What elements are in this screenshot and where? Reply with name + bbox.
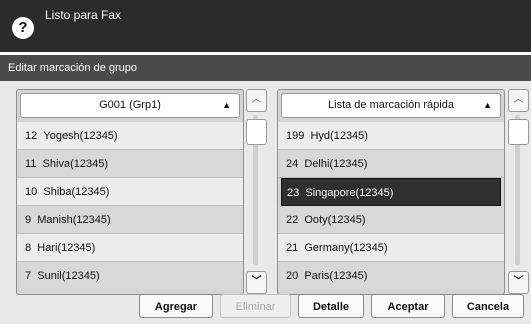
delete-button[interactable]: Eliminar [220, 294, 291, 318]
section-title: Editar marcación de grupo [8, 62, 138, 74]
list-item[interactable]: 10 Shiba(12345) [17, 178, 243, 206]
scroll-down-icon[interactable]: ﹀ [246, 271, 267, 294]
item-name: Sunil(12345) [37, 270, 100, 282]
item-name: Germany(12345) [304, 242, 388, 254]
content-area: G001 (Grp1) ▲ 12 Yogesh(12345) 11 Shiva(… [0, 81, 531, 324]
window-title: Listo para Fax [45, 8, 122, 22]
item-name: Delhi(12345) [304, 158, 368, 170]
item-number: 8 [25, 242, 32, 254]
group-members-panel: G001 (Grp1) ▲ 12 Yogesh(12345) 11 Shiva(… [16, 89, 244, 295]
list-item[interactable]: 21 Germany(12345) [278, 234, 504, 262]
scroll-up-icon[interactable]: ︿ [246, 89, 267, 112]
item-name: Paris(12345) [304, 270, 368, 282]
speed-dial-panel: Lista de marcación rápida ▲ 199 Hyd(1234… [277, 89, 505, 295]
sort-up-icon: ▲ [222, 100, 231, 110]
item-number: 24 [286, 158, 299, 170]
item-name: Shiba(12345) [43, 186, 110, 198]
list-item[interactable]: 7 Sunil(12345) [17, 262, 243, 290]
title-bar: ? Listo para Fax [0, 0, 531, 52]
group-selector-label: G001 (Grp1) [99, 99, 161, 111]
list-item[interactable]: 20 Paris(12345) [278, 262, 504, 290]
group-selector[interactable]: G001 (Grp1) ▲ [20, 93, 240, 118]
list-item[interactable]: 24 Delhi(12345) [278, 150, 504, 178]
add-button[interactable]: Agregar [139, 294, 213, 318]
item-number: 9 [25, 214, 32, 226]
item-number: 22 [286, 214, 299, 226]
cancel-button[interactable]: Cancela [452, 294, 524, 318]
item-number: 11 [25, 158, 37, 170]
item-name: Singapore(12345) [305, 187, 394, 199]
item-number: 23 [287, 187, 300, 199]
list-item[interactable]: 12 Yogesh(12345) [17, 122, 243, 150]
speed-dial-selector[interactable]: Lista de marcación rápida ▲ [281, 93, 501, 118]
item-name: Ooty(12345) [304, 214, 366, 226]
item-name: Manish(12345) [37, 214, 111, 226]
speed-dial-list: 199 Hyd(12345) 24 Delhi(12345) 23 Singap… [278, 122, 504, 290]
list-item[interactable]: 22 Ooty(12345) [278, 206, 504, 234]
item-name: Yogesh(12345) [43, 130, 118, 142]
scroll-down-icon[interactable]: ﹀ [508, 271, 529, 294]
item-number: 7 [25, 270, 32, 282]
speed-dial-selector-label: Lista de marcación rápida [328, 99, 454, 111]
help-icon[interactable]: ? [12, 17, 34, 39]
section-bar: Editar marcación de grupo [0, 55, 531, 81]
list-item[interactable]: 11 Shiva(12345) [17, 150, 243, 178]
scroll-thumb[interactable] [508, 119, 529, 145]
item-name: Shiva(12345) [42, 158, 108, 170]
list-item[interactable]: 8 Hari(12345) [17, 234, 243, 262]
item-number: 12 [25, 130, 38, 142]
list-item-selected[interactable]: 23 Singapore(12345) [281, 178, 501, 206]
scroll-thumb[interactable] [246, 119, 267, 145]
item-number: 20 [286, 270, 299, 282]
item-number: 10 [25, 186, 38, 198]
item-number: 21 [286, 242, 299, 254]
item-name: Hari(12345) [37, 242, 96, 254]
sort-up-icon: ▲ [483, 100, 492, 110]
detail-button[interactable]: Detalle [298, 294, 364, 318]
accept-button[interactable]: Aceptar [371, 294, 445, 318]
item-number: 199 [286, 130, 305, 142]
item-name: Hyd(12345) [310, 130, 368, 142]
scroll-up-icon[interactable]: ︿ [508, 89, 529, 112]
right-scrollbar[interactable]: ︿ ﹀ [508, 89, 529, 294]
group-member-list: 12 Yogesh(12345) 11 Shiva(12345) 10 Shib… [17, 122, 243, 290]
list-item[interactable]: 199 Hyd(12345) [278, 122, 504, 150]
left-scrollbar[interactable]: ︿ ﹀ [246, 89, 267, 294]
list-item[interactable]: 9 Manish(12345) [17, 206, 243, 234]
